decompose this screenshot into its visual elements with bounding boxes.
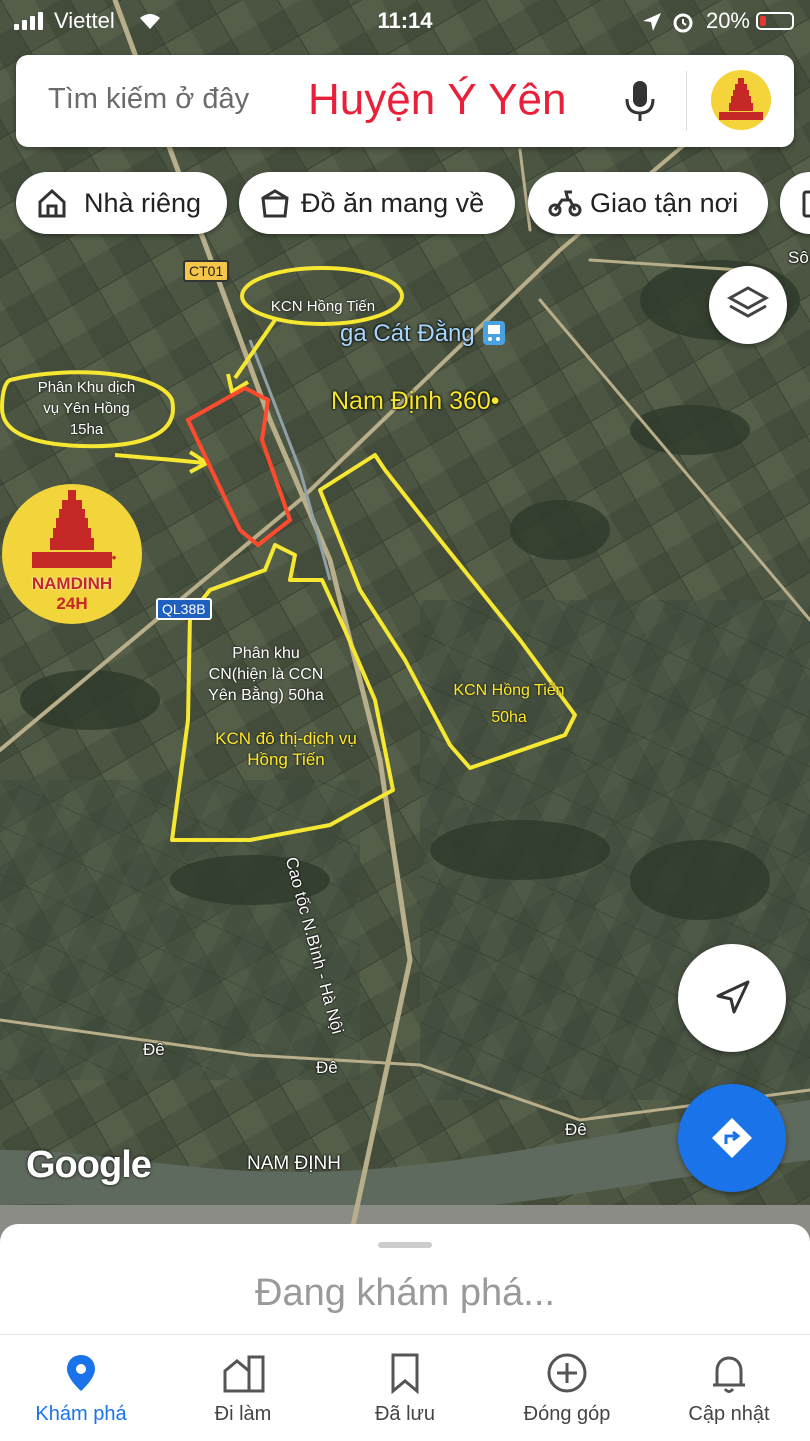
map-label-partial: Sô (788, 248, 809, 267)
search-placeholder[interactable]: Tìm kiếm ở đây (48, 83, 249, 116)
search-bar[interactable]: Tìm kiếm ở đây Huyện Ý Yên (16, 55, 794, 147)
status-bar: Viettel 11:14 20% (0, 0, 810, 42)
nav-commute[interactable]: Đi làm (162, 1335, 324, 1441)
nav-saved[interactable]: Đã lưu (324, 1335, 486, 1441)
chip-takeout[interactable]: Đồ ăn mang về (239, 172, 515, 234)
road-label-dyke: Đê (316, 1058, 338, 1077)
arrow-to-red-area (114, 450, 209, 474)
nav-contribute[interactable]: Đóng góp (486, 1335, 648, 1441)
takeout-icon (261, 189, 289, 218)
layers-icon (726, 286, 770, 318)
battery-percent: 20% (705, 8, 750, 33)
gas-station-icon (802, 190, 810, 218)
logo-name-text: NAMDINH (31, 574, 113, 593)
bottom-nav: Khám phá Đi làm Đã lưu Đóng góp Cập nhật (0, 1334, 810, 1441)
station-label[interactable]: ga Cát Đằng (340, 320, 475, 348)
annot-phan-khu-cn: Phân khu CN(hiện là CCN Yên Bằng) 50ha (190, 643, 342, 706)
annot-line: 50ha (491, 709, 527, 726)
road-shield-ql38b: QL38B (156, 598, 212, 620)
nav-updates[interactable]: Cập nhật (648, 1335, 810, 1441)
directions-icon (712, 1118, 752, 1158)
chip-label: Nhà riêng (84, 188, 202, 218)
train-station-icon[interactable] (482, 320, 506, 346)
bell-icon (713, 1356, 745, 1393)
annot-line: Phân khu (232, 645, 300, 662)
annot-line: Yên Bằng) 50ha (208, 687, 324, 704)
bottom-sheet[interactable]: Đang khám phá... (0, 1224, 810, 1334)
chip-label: Giao tận nơi (590, 188, 739, 218)
nav-label: Đã lưu (374, 1403, 436, 1425)
chip-home[interactable]: Nhà riêng (16, 172, 227, 234)
my-location-button[interactable] (678, 944, 786, 1052)
watermark-text: Nam Định 360• (331, 387, 500, 415)
road-label-dyke: Đê (143, 1040, 165, 1059)
add-circle-icon (547, 1353, 587, 1393)
directions-button[interactable] (678, 1084, 786, 1192)
layers-button[interactable] (709, 266, 787, 344)
chip-delivery[interactable]: Giao tận nơi (528, 172, 768, 234)
annot-line: Phân Khu dịch (37, 379, 136, 396)
annot-line: KCN đô thị-dịch vụ (215, 729, 357, 748)
road-shield-ct01: CT01 (183, 260, 230, 282)
avatar[interactable] (711, 70, 771, 130)
commute-icon (223, 1355, 265, 1393)
nav-label: Đi làm (214, 1403, 272, 1425)
annot-line: KCN Hồng Tiến (453, 682, 565, 699)
scooter-icon (548, 190, 582, 217)
logo-sub-text: 24H (56, 594, 88, 613)
road-label-dyke: Đê (565, 1120, 587, 1139)
mic-icon[interactable] (620, 77, 660, 125)
nav-label: Khám phá (35, 1403, 127, 1425)
battery-icon (756, 12, 794, 30)
annot-kcn-do-thi: KCN đô thị-dịch vụ Hồng Tiến (195, 728, 377, 770)
explore-pin-icon (67, 1355, 95, 1391)
nav-explore[interactable]: Khám phá (0, 1335, 162, 1441)
google-attribution: Google (26, 1144, 152, 1186)
overlay-title: Huyện Ý Yên (308, 75, 567, 124)
annot-line: Hồng Tiến (247, 750, 325, 769)
home-icon (38, 188, 66, 218)
search-separator (686, 71, 687, 131)
navigation-arrow-icon (716, 980, 750, 1014)
annot-kcn-hong-tien-top: KCN Hồng Tiến (270, 298, 376, 315)
drag-handle[interactable] (378, 1242, 432, 1248)
nav-label: Đóng góp (523, 1403, 611, 1425)
annot-line: vụ Yên Hồng (43, 400, 130, 417)
chip-label: Đồ ăn mang về (301, 188, 485, 218)
exploring-text: Đang khám phá... (255, 1272, 555, 1314)
nav-label: Cập nhật (688, 1403, 770, 1425)
annot-yen-hong: Phân Khu dịch vụ Yên Hồng 15ha (14, 377, 159, 440)
namdinh-24h-logo: 360• NAMDINH 24H (2, 484, 142, 624)
pagoda-logo-icon (719, 78, 763, 120)
logo-360-text: 360• (90, 550, 117, 565)
annot-line: 15ha (69, 421, 104, 438)
location-services-icon (643, 13, 661, 31)
annot-kcn-hong-tien-right: KCN Hồng Tiến 50ha (434, 677, 584, 731)
city-label: NAM ĐỊNH (247, 1153, 341, 1174)
bookmark-icon (391, 1353, 419, 1395)
alarm-icon (673, 13, 693, 33)
arrow-to-yen-hong (226, 318, 277, 394)
annot-line: CN(hiện là CCN (208, 666, 324, 683)
